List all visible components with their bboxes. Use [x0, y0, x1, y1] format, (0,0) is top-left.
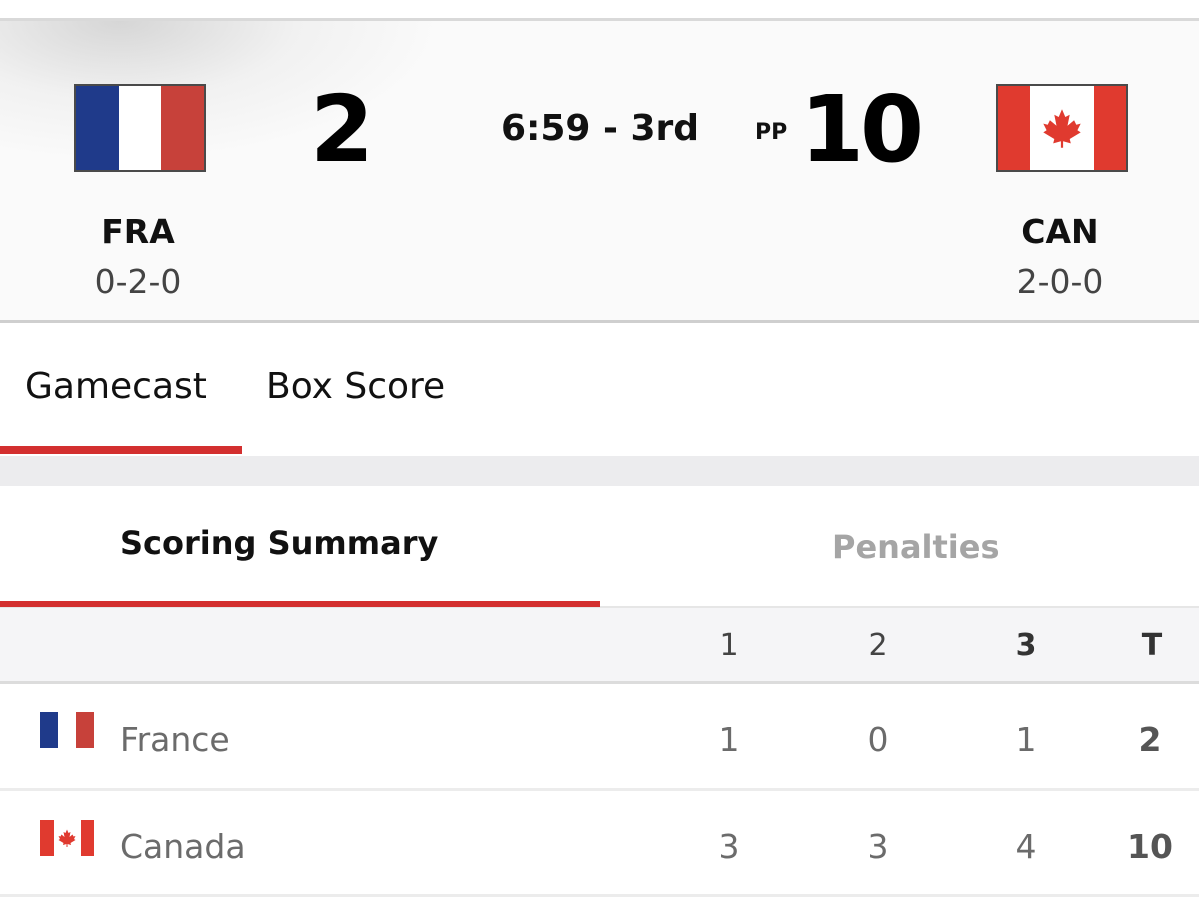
period-score: 3	[867, 827, 889, 866]
tab-scoring-summary[interactable]: Scoring Summary	[120, 524, 438, 562]
period-score: 0	[867, 720, 889, 759]
row-divider	[0, 894, 1199, 897]
team-name: France	[120, 720, 230, 759]
game-clock: 6:59 - 3rd	[500, 108, 700, 149]
tab-penalties[interactable]: Penalties	[832, 528, 1000, 566]
period-score: 3	[718, 827, 740, 866]
away-team-record: 0-2-0	[94, 262, 182, 301]
section-separator	[0, 456, 1199, 486]
canada-flag-icon	[996, 84, 1128, 172]
active-summary-tab-indicator	[0, 601, 600, 607]
away-team-abbr: FRA	[101, 212, 175, 251]
team-name: Canada	[120, 827, 246, 866]
tab-gamecast[interactable]: Gamecast	[25, 366, 207, 407]
france-flag-icon	[40, 712, 94, 748]
column-header-period-3: 3	[1015, 628, 1037, 663]
total-score: 2	[1138, 720, 1162, 759]
france-flag-icon	[74, 84, 206, 172]
column-header-period-2: 2	[868, 628, 888, 663]
column-header-period-1: 1	[719, 628, 739, 663]
active-tab-indicator	[0, 446, 242, 454]
period-score: 4	[1015, 827, 1037, 866]
power-play-indicator: PP	[755, 120, 788, 145]
table-row: France 1 0 1 2	[0, 684, 1199, 788]
total-score: 10	[1127, 827, 1173, 866]
period-score: 1	[1015, 720, 1037, 759]
table-row: Canada 3 3 4 10	[0, 791, 1199, 895]
tab-box-score[interactable]: Box Score	[266, 366, 445, 407]
period-score: 1	[718, 720, 740, 759]
away-score: 2	[309, 76, 374, 183]
column-header-total: T	[1141, 628, 1163, 663]
home-score: 10	[800, 76, 924, 183]
home-team-record: 2-0-0	[1016, 262, 1104, 301]
canada-flag-icon	[40, 820, 94, 856]
home-team-abbr: CAN	[1021, 212, 1099, 251]
